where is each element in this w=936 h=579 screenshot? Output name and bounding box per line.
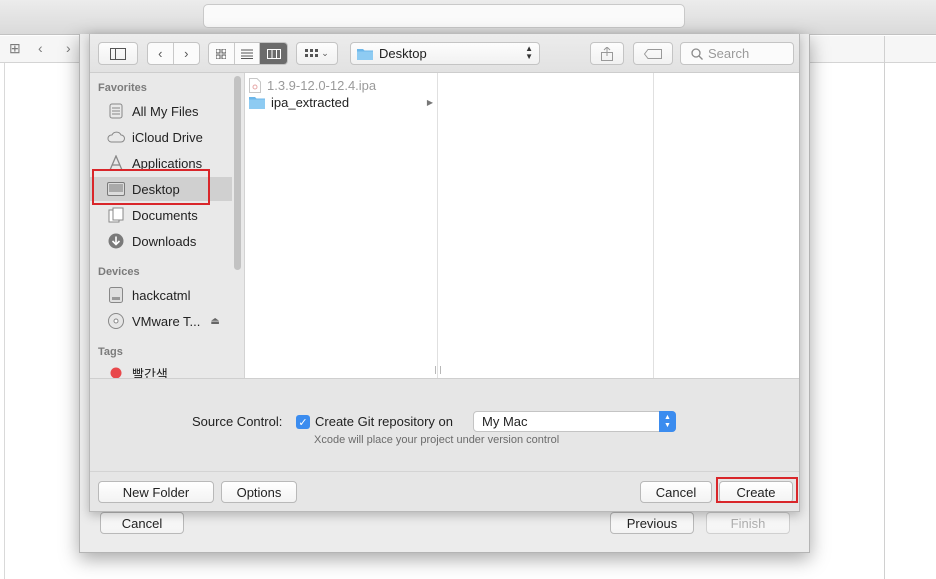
save-panel: ‹ › ⌄ Desktop ▲ ▼ Search Favorites All M… bbox=[89, 34, 800, 512]
file-name: ipa_extracted bbox=[271, 94, 350, 110]
popup-arrows-icon: ▲ ▼ bbox=[659, 411, 676, 432]
save-panel-footer: New Folder Options Cancel Create bbox=[90, 471, 799, 511]
search-field[interactable] bbox=[680, 42, 794, 65]
icon-view-button[interactable] bbox=[209, 43, 235, 64]
git-target-value: My Mac bbox=[482, 414, 528, 429]
tag-icon bbox=[644, 48, 662, 59]
git-repository-checkbox[interactable]: ✓ bbox=[296, 415, 310, 429]
folder-icon bbox=[357, 49, 373, 60]
sidebar-header-devices: Devices bbox=[98, 266, 140, 278]
icon-view-icon bbox=[216, 48, 227, 59]
back-chevron-icon: ‹ bbox=[158, 46, 163, 61]
column-resize-handle[interactable] bbox=[435, 366, 441, 374]
history-segmented-control: ‹ › bbox=[147, 42, 200, 65]
xcode-editor-border bbox=[4, 63, 5, 579]
red-tag-dot-icon bbox=[106, 364, 126, 378]
xcode-window-titlebar bbox=[0, 0, 936, 35]
column-view-button[interactable] bbox=[260, 43, 287, 64]
sidebar-item-icloud-drive[interactable]: iCloud Drive bbox=[90, 125, 232, 149]
sidebar-item-downloads[interactable]: Downloads bbox=[90, 229, 232, 253]
git-target-popup[interactable]: My Mac ▲ ▼ bbox=[473, 411, 676, 432]
sidebar: Favorites All My Files iCloud Drive Appl… bbox=[90, 73, 245, 378]
disclosure-arrow-icon: ▶ bbox=[426, 97, 433, 107]
browser-column-2 bbox=[448, 73, 654, 378]
sidebar-item-label: Downloads bbox=[132, 233, 197, 249]
sidebar-toggle-button[interactable] bbox=[98, 42, 138, 65]
checkmark-icon: ✓ bbox=[298, 416, 308, 429]
cloud-icon bbox=[106, 128, 126, 146]
sidebar-item-label: hackcatml bbox=[132, 287, 191, 303]
documents-icon bbox=[106, 206, 126, 224]
file-row-ipa-extracted[interactable]: ipa_extracted ▶ bbox=[249, 93, 433, 111]
sidebar-item-hackcatml[interactable]: hackcatml bbox=[90, 283, 232, 307]
column-view-icon bbox=[266, 48, 281, 59]
cancel-button[interactable]: Cancel bbox=[640, 481, 712, 503]
sidebar-header-tags: Tags bbox=[98, 346, 123, 358]
disk-icon bbox=[106, 286, 126, 304]
sidebar-item-label: Documents bbox=[132, 207, 198, 223]
browser-column-3 bbox=[654, 73, 799, 378]
eject-icon[interactable]: ⏏ bbox=[210, 316, 219, 327]
location-label: Desktop bbox=[379, 46, 427, 61]
search-input[interactable] bbox=[708, 46, 788, 61]
assistant-cancel-button[interactable]: Cancel bbox=[100, 512, 184, 534]
create-highlight-box bbox=[716, 477, 798, 503]
sidebar-item-label: All My Files bbox=[132, 103, 199, 119]
xcode-inspector-divider bbox=[884, 36, 885, 579]
location-popup[interactable]: Desktop ▲ ▼ bbox=[350, 42, 540, 65]
downloads-icon bbox=[106, 232, 126, 250]
assistant-footer: Cancel Previous Finish bbox=[80, 508, 809, 552]
desktop-highlight-box bbox=[92, 169, 210, 205]
search-icon bbox=[691, 47, 703, 60]
share-button[interactable] bbox=[590, 42, 624, 65]
tag-button[interactable] bbox=[633, 42, 673, 65]
forward-button[interactable]: › bbox=[174, 43, 199, 64]
options-button[interactable]: Options bbox=[221, 481, 297, 503]
browser-column-desktop: 1.3.9-12.0-12.4.ipa ipa_extracted ▶ bbox=[245, 73, 441, 378]
sidebar-item-label: VMware T... bbox=[132, 313, 201, 329]
all-files-icon bbox=[106, 102, 126, 120]
previous-button[interactable]: Previous bbox=[610, 512, 694, 534]
sidebar-item-label: 빨간색 bbox=[132, 366, 168, 379]
sidebar-toggle-icon bbox=[110, 47, 126, 60]
file-row-ipa[interactable]: 1.3.9-12.0-12.4.ipa bbox=[249, 76, 433, 94]
sidebar-header-favorites: Favorites bbox=[98, 82, 147, 94]
arrange-icon bbox=[305, 48, 319, 57]
folder-icon bbox=[249, 96, 265, 109]
back-button[interactable]: ‹ bbox=[148, 43, 174, 64]
source-control-label: Source Control: bbox=[192, 414, 283, 429]
forward-chevron-icon: › bbox=[184, 46, 189, 61]
file-browser: Favorites All My Files iCloud Drive Appl… bbox=[90, 73, 799, 379]
git-repository-checkbox-label[interactable]: Create Git repository on bbox=[315, 414, 453, 429]
sidebar-item-tag-red[interactable]: 빨간색 bbox=[90, 361, 232, 378]
sidebar-item-label: iCloud Drive bbox=[132, 129, 203, 145]
forward-arrow-icon[interactable]: › bbox=[66, 40, 71, 56]
new-project-sheet: Cancel Previous Finish ‹ › ⌄ Desktop ▲ ▼… bbox=[79, 34, 810, 553]
share-icon bbox=[601, 46, 613, 61]
arrange-button[interactable]: ⌄ bbox=[296, 42, 338, 65]
sidebar-item-all-my-files[interactable]: All My Files bbox=[90, 99, 232, 123]
list-view-icon bbox=[241, 49, 253, 59]
updown-chevron-icon: ▲ ▼ bbox=[525, 44, 533, 61]
back-arrow-icon[interactable]: ‹ bbox=[38, 40, 43, 56]
save-panel-toolbar: ‹ › ⌄ Desktop ▲ ▼ bbox=[90, 34, 799, 73]
new-folder-button[interactable]: New Folder bbox=[98, 481, 214, 503]
finish-button[interactable]: Finish bbox=[706, 512, 790, 534]
source-control-hint: Xcode will place your project under vers… bbox=[314, 434, 560, 446]
view-mode-segmented-control bbox=[208, 42, 288, 65]
sidebar-scrollbar[interactable] bbox=[234, 76, 241, 270]
list-view-button[interactable] bbox=[235, 43, 261, 64]
sidebar-item-documents[interactable]: Documents bbox=[90, 203, 232, 227]
project-options-area: Source Control: ✓ Create Git repository … bbox=[90, 379, 799, 471]
sidebar-item-vmware-tools[interactable]: VMware T... ⏏ bbox=[90, 309, 232, 333]
chevron-down-icon: ⌄ bbox=[321, 48, 329, 58]
grid-icon[interactable]: ⊞ bbox=[9, 40, 21, 57]
file-name: 1.3.9-12.0-12.4.ipa bbox=[267, 77, 377, 93]
xcode-activity-field bbox=[203, 4, 685, 28]
document-icon bbox=[249, 77, 261, 93]
optical-disc-icon bbox=[106, 312, 126, 330]
